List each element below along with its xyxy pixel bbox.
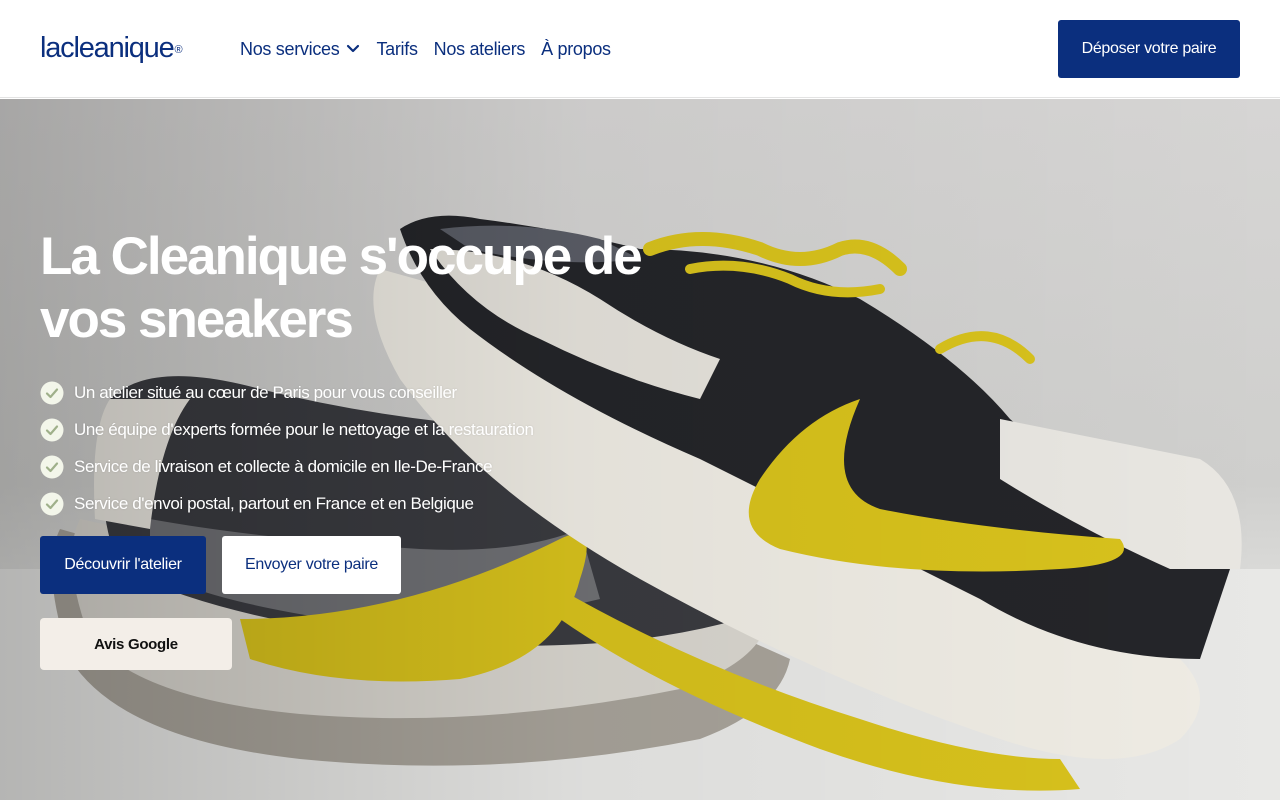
- main-nav: Nos services Tarifs Nos ateliers À propo…: [240, 37, 627, 61]
- chevron-down-icon[interactable]: [346, 44, 360, 54]
- nav-ateliers-label[interactable]: Nos ateliers: [434, 37, 526, 61]
- nav-item-apropos[interactable]: À propos: [541, 37, 611, 61]
- check-badge-icon: [40, 492, 64, 515]
- hero-title: La Cleanique s'occupe de vos sneakers: [40, 227, 643, 349]
- site-header: lacleanique® Nos services Tarifs Nos ate…: [0, 0, 1280, 98]
- site-logo[interactable]: lacleanique®: [40, 30, 183, 66]
- registered-mark: ®: [174, 44, 183, 56]
- discover-workshop-button[interactable]: Découvrir l'atelier: [40, 536, 206, 594]
- check-badge-icon: [40, 455, 64, 478]
- google-reviews-button[interactable]: Avis Google: [40, 618, 232, 670]
- feature-list: Un atelier situé au cœur de Paris pour v…: [40, 374, 534, 522]
- feature-text: Service de livraison et collecte à domic…: [74, 456, 493, 476]
- feature-text: Service d'envoi postal, partout en Franc…: [74, 493, 474, 513]
- check-badge-icon: [40, 418, 64, 441]
- feature-text: Une équipe d'experts formée pour le nett…: [74, 419, 534, 439]
- nav-apropos-label[interactable]: À propos: [541, 37, 611, 61]
- nav-services-label[interactable]: Nos services: [240, 37, 340, 61]
- send-pair-button[interactable]: Envoyer votre paire: [222, 536, 401, 594]
- nav-item-ateliers[interactable]: Nos ateliers: [434, 37, 526, 61]
- logo-text[interactable]: lacleanique: [40, 32, 175, 64]
- nav-item-tarifs[interactable]: Tarifs: [376, 37, 418, 61]
- nav-item-services[interactable]: Nos services: [240, 37, 360, 61]
- hero-section: La Cleanique s'occupe de vos sneakers Un…: [0, 99, 1280, 800]
- feature-item: Service de livraison et collecte à domic…: [40, 448, 534, 485]
- feature-item: Un atelier situé au cœur de Paris pour v…: [40, 374, 534, 411]
- feature-item: Une équipe d'experts formée pour le nett…: [40, 411, 534, 448]
- check-badge-icon: [40, 381, 64, 404]
- nav-tarifs-label[interactable]: Tarifs: [376, 37, 418, 61]
- deposit-pair-button[interactable]: Déposer votre paire: [1058, 20, 1240, 78]
- feature-text: Un atelier situé au cœur de Paris pour v…: [74, 382, 457, 402]
- feature-item: Service d'envoi postal, partout en Franc…: [40, 485, 534, 522]
